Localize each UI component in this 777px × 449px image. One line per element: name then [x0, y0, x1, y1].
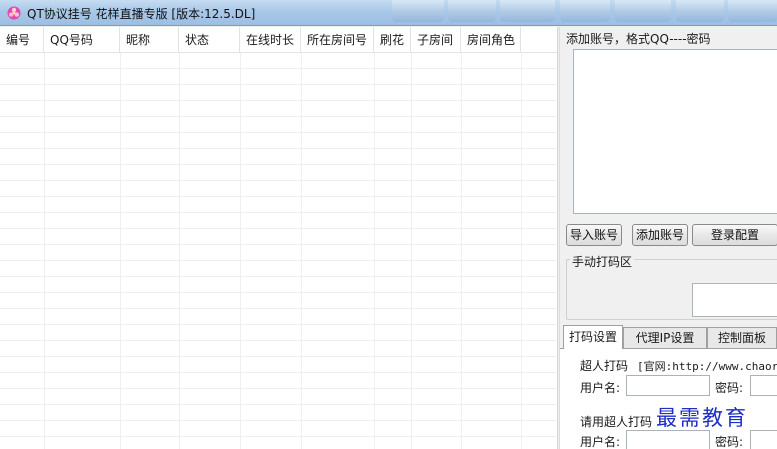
table-row	[0, 165, 557, 181]
coding-settings-pane: 超人打码 [官网:http://www.chaoren 用户名: 密码: 请用超…	[560, 348, 777, 449]
table-row	[0, 373, 557, 389]
tab-proxy-ip-settings[interactable]: 代理IP设置	[623, 327, 707, 349]
password-label-2: 密码:	[715, 435, 744, 449]
chaoren-site-link[interactable]: [官网:http://www.chaoren	[637, 358, 777, 374]
title-bar-decoration	[392, 0, 444, 22]
table-row	[0, 421, 557, 437]
column-header-room-number[interactable]: 所在房间号	[301, 27, 374, 53]
tab-control-panel[interactable]: 控制面板	[707, 327, 777, 349]
table-row	[0, 117, 557, 133]
title-bar-decoration	[676, 0, 724, 22]
table-row	[0, 213, 557, 229]
title-bar: QT协议挂号 花样直播专版 [版本:12.5.DL]	[0, 0, 777, 26]
add-account-button[interactable]: 添加账号	[632, 224, 688, 246]
column-header-nickname[interactable]: 昵称	[120, 27, 179, 53]
username-input-2[interactable]	[626, 430, 710, 449]
app-logo-icon	[7, 6, 21, 20]
table-row	[0, 277, 557, 293]
settings-tabs: 打码设置 代理IP设置 控制面板	[560, 325, 777, 349]
table-row	[0, 69, 557, 85]
import-accounts-button[interactable]: 导入账号	[566, 224, 622, 246]
table-row	[0, 357, 557, 373]
username-label: 用户名:	[580, 381, 621, 395]
table-row	[0, 437, 557, 449]
captcha-input[interactable]	[692, 283, 777, 317]
watermark-text: 最需教育	[656, 406, 748, 430]
tab-coding-settings[interactable]: 打码设置	[563, 325, 623, 349]
login-config-button[interactable]: 登录配置	[692, 224, 777, 246]
title-bar-decoration	[500, 0, 555, 22]
table-row	[0, 149, 557, 165]
table-row	[0, 341, 557, 357]
title-bar-decoration	[448, 0, 496, 22]
password-label: 密码:	[715, 381, 744, 395]
password-input[interactable]	[750, 375, 777, 396]
window-title: QT协议挂号 花样直播专版 [版本:12.5.DL]	[27, 7, 256, 21]
column-header-status[interactable]: 状态	[179, 27, 240, 53]
accounts-textarea[interactable]	[573, 49, 777, 214]
column-header-subroom[interactable]: 子房间	[411, 27, 461, 53]
column-header-room-role[interactable]: 房间角色	[461, 27, 521, 53]
column-header-qq[interactable]: QQ号码	[44, 27, 120, 53]
column-header-online-time[interactable]: 在线时长	[240, 27, 301, 53]
title-bar-decoration	[615, 0, 671, 22]
table-row	[0, 405, 557, 421]
username-label-2: 用户名:	[580, 435, 621, 449]
table-header: 编号 QQ号码 昵称 状态 在线时长 所在房间号 刷花 子房间 房间角色	[0, 27, 557, 53]
enable-chaoren-label: 请用超人打码	[580, 415, 653, 429]
account-table[interactable]: 编号 QQ号码 昵称 状态 在线时长 所在房间号 刷花 子房间 房间角色	[0, 27, 558, 449]
table-row	[0, 245, 557, 261]
column-header-flowers[interactable]: 刷花	[374, 27, 411, 53]
table-row	[0, 389, 557, 405]
table-row	[0, 261, 557, 277]
title-bar-decoration	[728, 0, 777, 22]
chaoren-label: 超人打码	[580, 359, 629, 373]
username-input[interactable]	[626, 375, 710, 396]
table-row	[0, 293, 557, 309]
right-panel: 添加账号，格式QQ----密码 导入账号 添加账号 登录配置 手动打码区 打码设…	[559, 27, 777, 449]
table-row	[0, 181, 557, 197]
manual-captcha-title: 手动打码区	[570, 253, 635, 270]
title-bar-decoration	[560, 0, 610, 22]
table-row	[0, 101, 557, 117]
table-row	[0, 309, 557, 325]
table-row	[0, 197, 557, 213]
table-row	[0, 325, 557, 341]
table-row	[0, 133, 557, 149]
add-accounts-label: 添加账号，格式QQ----密码	[566, 32, 711, 46]
table-row	[0, 229, 557, 245]
column-header-id[interactable]: 编号	[0, 27, 44, 53]
password-input-2[interactable]	[750, 430, 777, 449]
table-row	[0, 53, 557, 69]
table-row	[0, 85, 557, 101]
